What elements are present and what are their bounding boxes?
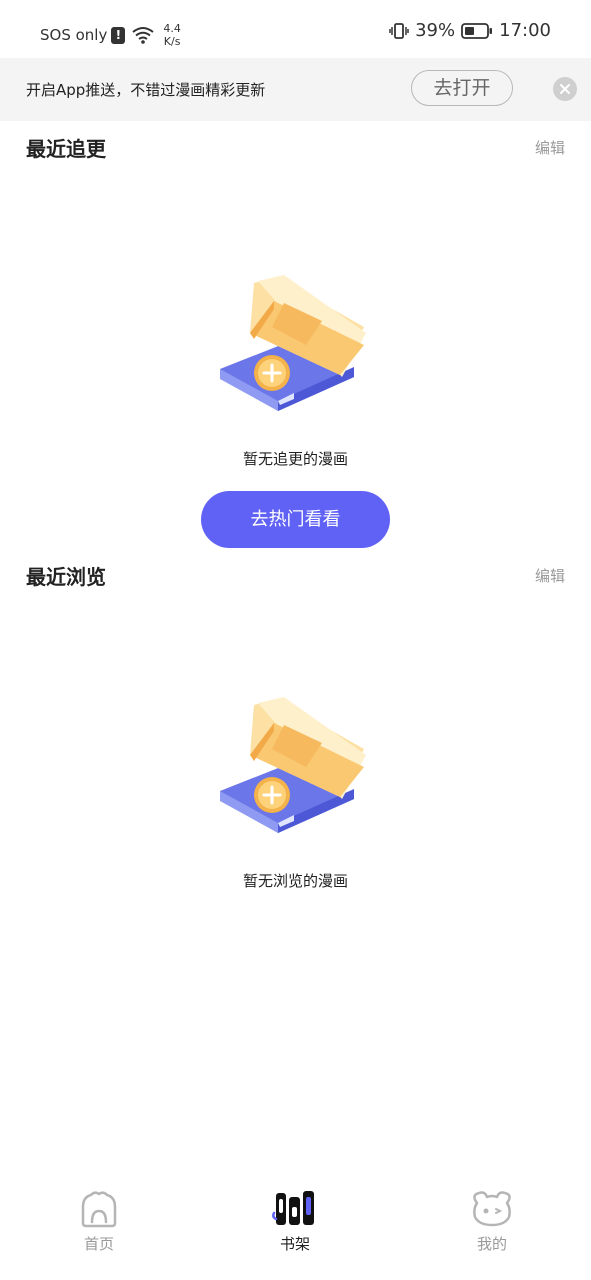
banner-close-button[interactable] <box>553 77 577 101</box>
recent-updates-empty-text: 暂无追更的漫画 <box>242 450 348 468</box>
home-icon <box>81 1191 117 1228</box>
push-notification-banner: 开启App推送，不错过漫画精彩更新 去打开 <box>0 58 591 121</box>
vibrate-icon <box>389 22 409 39</box>
close-icon <box>560 84 570 94</box>
recent-updates-title: 最近追更 <box>26 137 106 161</box>
carrier-text: SOS only <box>40 26 108 44</box>
clock: 17:00 <box>499 20 551 41</box>
nav-item-home[interactable]: 首页 <box>39 1189 159 1254</box>
nav-label-bookshelf: 书架 <box>279 1235 310 1253</box>
alert-icon: ! <box>111 26 126 44</box>
battery-percent: 39% <box>415 20 456 41</box>
wifi-icon <box>132 27 154 44</box>
speed-value: 4.4 <box>163 22 181 35</box>
battery-icon <box>461 22 493 39</box>
profile-icon <box>473 1191 511 1227</box>
empty-book-illustration <box>220 697 366 833</box>
speed-unit: K/s <box>163 35 181 48</box>
recent-updates-header: 最近追更 编辑 <box>0 133 591 163</box>
empty-book-illustration <box>220 275 366 411</box>
recent-browsing-header: 最近浏览 编辑 <box>0 561 591 591</box>
recent-browsing-edit-button[interactable]: 编辑 <box>535 565 565 586</box>
recent-updates-edit-button[interactable]: 编辑 <box>535 137 565 158</box>
bookshelf-icon <box>272 1191 314 1225</box>
nav-label-profile: 我的 <box>476 1235 507 1253</box>
nav-item-profile[interactable]: 我的 <box>432 1189 552 1254</box>
nav-item-bookshelf[interactable]: 书架 <box>235 1189 355 1254</box>
banner-text: 开启App推送，不错过漫画精彩更新 <box>26 81 266 99</box>
nav-label-home: 首页 <box>83 1235 114 1253</box>
network-speed: 4.4 K/s <box>163 22 181 48</box>
go-to-popular-button[interactable]: 去热门看看 <box>201 491 390 548</box>
recent-browsing-title: 最近浏览 <box>26 565 106 589</box>
status-bar: SOS only ! 4.4 K/s 39% 17:00 <box>0 0 591 58</box>
bottom-nav: 首页 书架 我的 <box>0 1175 591 1280</box>
recent-browsing-empty-text: 暂无浏览的漫画 <box>242 872 348 890</box>
enable-push-button[interactable]: 去打开 <box>411 70 513 106</box>
